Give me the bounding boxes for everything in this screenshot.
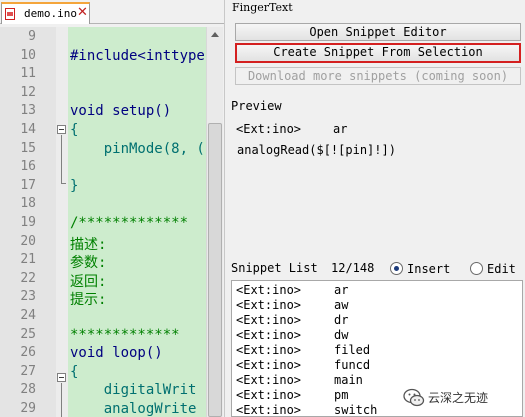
snippet-name: aw bbox=[334, 298, 349, 312]
line-number: 22 bbox=[20, 270, 36, 286]
snippet-tag: <Ext:ino> bbox=[236, 343, 302, 357]
fold-line bbox=[61, 383, 62, 417]
line-number: 16 bbox=[20, 159, 36, 175]
fold-collapse-icon[interactable] bbox=[57, 125, 66, 134]
watermark: 云深之无迹 bbox=[395, 385, 523, 411]
code-line: } bbox=[70, 177, 79, 194]
download-snippets-button[interactable]: Download more snippets (coming soon) bbox=[235, 67, 521, 85]
preview-area: <Ext:ino> ar analogRead($[![pin]!]) bbox=[231, 116, 525, 256]
close-tab-icon[interactable]: ✕ bbox=[77, 5, 88, 20]
create-snippet-button[interactable]: Create Snippet From Selection bbox=[235, 43, 521, 63]
snippet-name: filed bbox=[334, 343, 371, 357]
fingertext-panel: FingerText Open Snippet Editor Create Sn… bbox=[230, 0, 525, 417]
code-line: 描述: bbox=[70, 236, 107, 253]
edit-radio[interactable] bbox=[470, 262, 483, 275]
line-number: 10 bbox=[20, 47, 36, 63]
code-line: digitalWrit bbox=[70, 382, 197, 399]
scrollbar-thumb[interactable] bbox=[208, 123, 222, 417]
vertical-scrollbar[interactable] bbox=[206, 27, 223, 417]
code-text-area[interactable]: #include<inttype void setup() { pinMode(8,… bbox=[68, 27, 206, 417]
snippet-tag: <Ext:ino> bbox=[236, 313, 302, 327]
line-number: 21 bbox=[20, 252, 36, 268]
code-line: void setup() bbox=[70, 103, 172, 120]
snippet-name: funcd bbox=[334, 358, 371, 372]
snippet-tag: <Ext:ino> bbox=[236, 283, 302, 297]
snippet-tag: <Ext:ino> bbox=[236, 358, 302, 372]
file-tab-label: demo.ino bbox=[24, 7, 77, 20]
file-icon bbox=[5, 8, 15, 20]
preview-label: Preview bbox=[231, 99, 282, 113]
snippet-name: switch bbox=[334, 403, 378, 417]
snippet-name: dr bbox=[334, 313, 349, 327]
wechat-icon bbox=[403, 388, 425, 407]
code-line: #include<inttype bbox=[70, 47, 205, 64]
line-number: 18 bbox=[20, 196, 36, 212]
code-line: { bbox=[70, 363, 79, 380]
code-line: void loop() bbox=[70, 345, 163, 362]
line-number: 19 bbox=[20, 215, 36, 230]
fold-end bbox=[61, 183, 66, 184]
line-number: 24 bbox=[20, 308, 36, 323]
line-number-gutter: 9 10 11 12 13 14 15 16 17 18 19 20 21 22 23 24 25 26 27 28 2… bbox=[0, 27, 56, 417]
snippet-list-label: Snippet List bbox=[231, 261, 318, 275]
edit-radio-label[interactable]: Edit bbox=[487, 262, 516, 276]
fold-margin bbox=[56, 27, 68, 417]
line-number: 17 bbox=[20, 177, 36, 193]
snippet-name: pm bbox=[334, 388, 349, 402]
line-number: 23 bbox=[20, 289, 36, 305]
snippet-tag: <Ext:ino> bbox=[236, 328, 302, 342]
insert-radio[interactable] bbox=[390, 262, 403, 275]
line-number: 29 bbox=[20, 401, 36, 416]
insert-radio-label[interactable]: Insert bbox=[407, 262, 450, 276]
snippet-name: main bbox=[334, 373, 363, 387]
fold-line bbox=[61, 135, 62, 183]
code-line: ************* bbox=[70, 326, 180, 343]
line-number: 25 bbox=[20, 326, 36, 342]
snippet-tag: <Ext:ino> bbox=[236, 388, 302, 402]
code-line: 提示: bbox=[70, 292, 107, 309]
preview-tag: <Ext:ino> bbox=[236, 122, 302, 136]
code-line: { bbox=[70, 122, 79, 138]
file-tab[interactable]: demo.ino ✕ bbox=[1, 2, 90, 24]
line-number: 9 bbox=[28, 29, 36, 44]
code-line: analogWrite bbox=[70, 401, 197, 417]
code-editor[interactable]: demo.ino ✕ 9 10 11 12 13 14 15 16 17 18 19 20 21 22 23… bbox=[0, 0, 229, 417]
snippet-tag: <Ext:ino> bbox=[236, 373, 302, 387]
line-number: 27 bbox=[20, 363, 36, 379]
scroll-up-arrow-icon[interactable] bbox=[207, 27, 223, 43]
snippet-count: 12/148 bbox=[331, 261, 375, 275]
snippet-name: dw bbox=[334, 328, 349, 342]
snippet-name: ar bbox=[334, 283, 349, 297]
open-snippet-editor-button[interactable]: Open Snippet Editor bbox=[235, 23, 521, 41]
snippet-tag: <Ext:ino> bbox=[236, 298, 302, 312]
code-line: /************* bbox=[70, 215, 189, 231]
fold-collapse-icon[interactable] bbox=[57, 373, 66, 382]
watermark-text: 云深之无迹 bbox=[428, 391, 489, 405]
line-number: 28 bbox=[20, 382, 36, 398]
preview-body: analogRead($[![pin]!]) bbox=[237, 143, 396, 157]
preview-name: ar bbox=[333, 122, 348, 136]
line-number: 12 bbox=[20, 84, 36, 100]
code-line: pinMode(8, ( bbox=[70, 140, 205, 157]
line-number: 26 bbox=[20, 345, 36, 361]
line-number: 20 bbox=[20, 233, 36, 249]
line-number: 13 bbox=[20, 103, 36, 119]
line-number: 11 bbox=[20, 66, 36, 82]
code-line: 参数: bbox=[70, 255, 107, 272]
code-line: 返回: bbox=[70, 273, 107, 290]
tab-bar: demo.ino ✕ bbox=[0, 0, 229, 24]
panel-title: FingerText bbox=[232, 1, 293, 14]
line-number: 15 bbox=[20, 140, 36, 156]
snippet-tag: <Ext:ino> bbox=[236, 403, 302, 417]
line-number: 14 bbox=[20, 122, 36, 137]
